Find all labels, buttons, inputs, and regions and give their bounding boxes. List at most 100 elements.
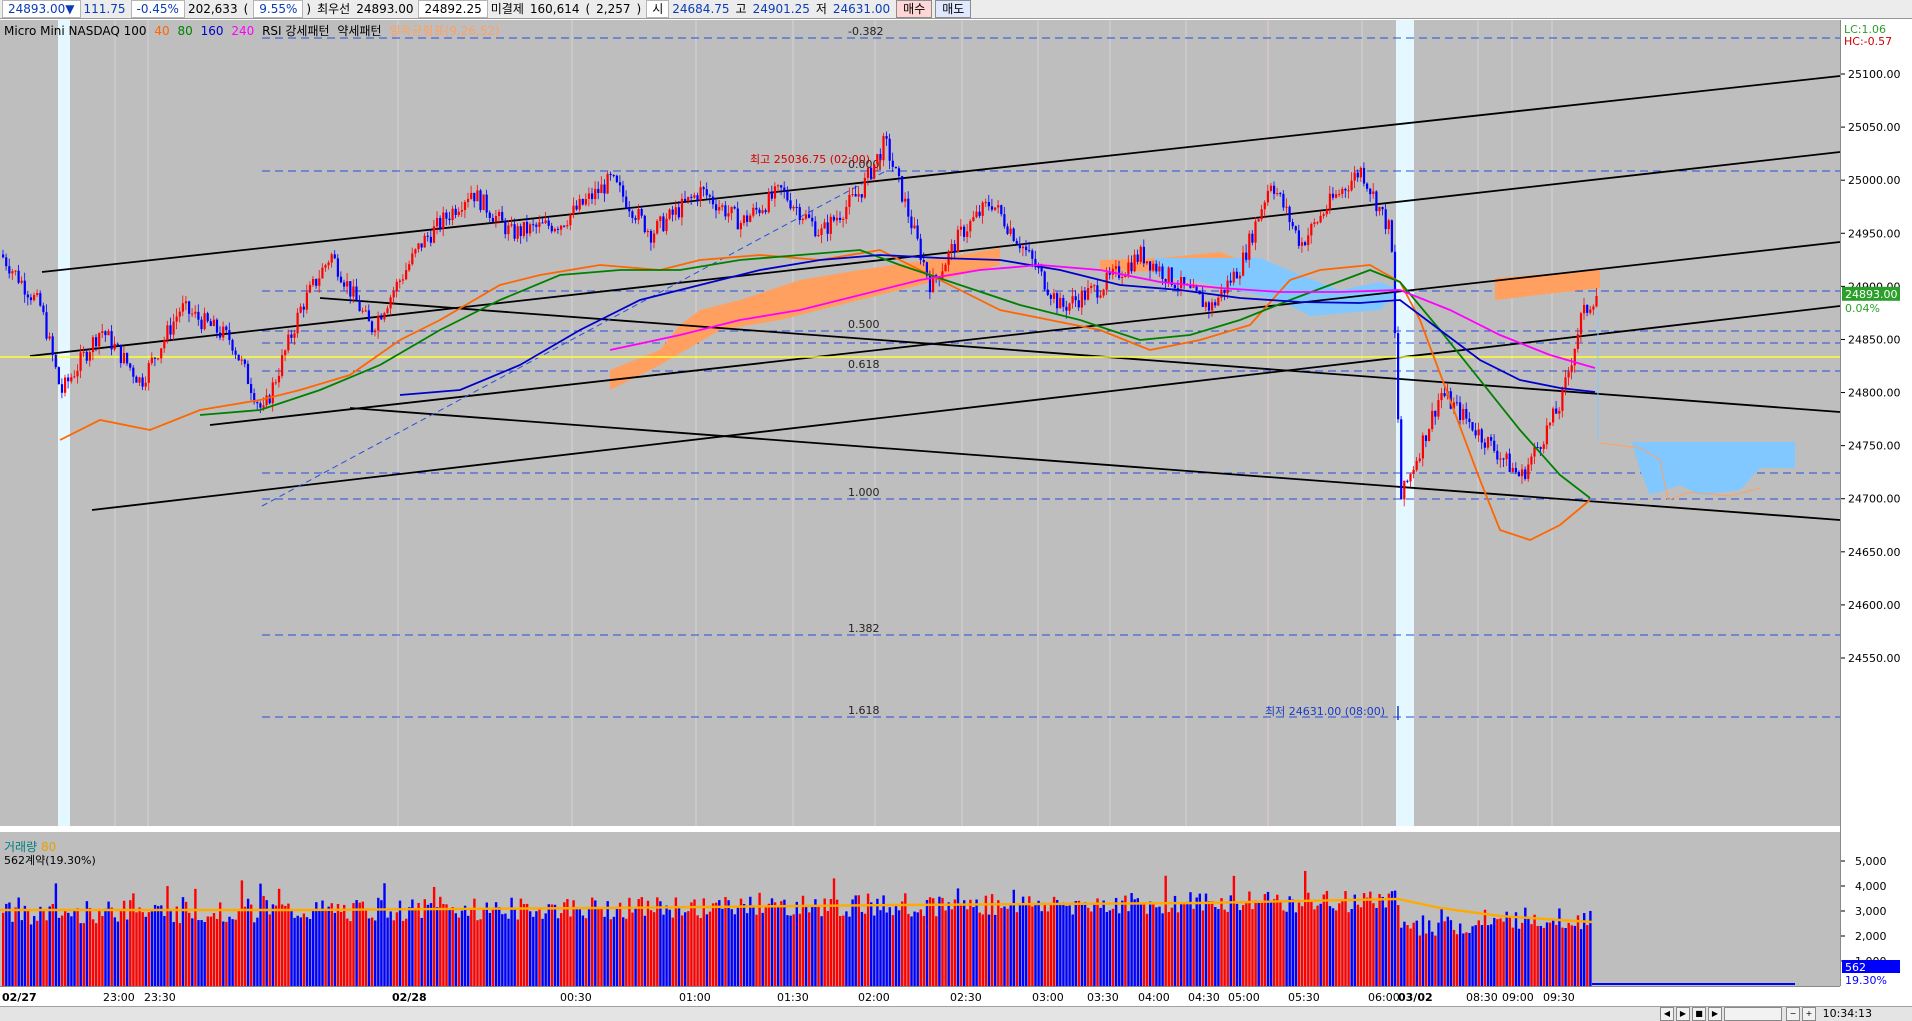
buy-button[interactable]: 매수 (896, 0, 933, 18)
volume-bar (975, 899, 978, 986)
volume-bar (172, 921, 175, 986)
candle-body (321, 267, 324, 279)
candle-body (1474, 430, 1477, 436)
candle-body (324, 265, 327, 268)
volume-bar (1539, 925, 1542, 986)
volume-bar (808, 912, 811, 986)
paren-open: ( (243, 2, 249, 16)
volume-panel[interactable] (0, 832, 1840, 986)
candle-body (702, 187, 705, 190)
volume-bar (1217, 909, 1220, 986)
fib-label: 1.382 (848, 622, 880, 635)
axis-tick-label: 24750.00 (1848, 440, 1901, 453)
candle-body (1347, 190, 1350, 192)
volume-bar (609, 919, 612, 986)
candle-body (51, 336, 54, 355)
time-axis[interactable]: 02/27 23:00 23:30 02/28 00:30 01:00 01:30 02:00… (0, 986, 1840, 1007)
volume-bar (26, 910, 30, 986)
zoom-out-icon[interactable]: − (1786, 1007, 1800, 1021)
zoom-slider[interactable] (1724, 1007, 1782, 1021)
volume-bar (928, 897, 932, 986)
volume-bar (1102, 900, 1105, 986)
volume-bar (107, 901, 110, 986)
volume-bar (1375, 907, 1378, 986)
candle-body (826, 222, 829, 234)
volume-bar (1031, 906, 1034, 986)
volume-bar (1338, 903, 1341, 986)
volume-bar (1180, 902, 1183, 986)
volume-bar (370, 917, 374, 986)
candle-body (631, 211, 634, 218)
candle-body (54, 354, 57, 368)
best-bid-label: 최우선 (317, 2, 351, 16)
scroll-right-icon[interactable]: ▶ (1708, 1007, 1722, 1021)
candle-body (1173, 284, 1176, 289)
volume-bar (463, 905, 467, 986)
time-tick-label: 03:00 (1032, 991, 1064, 1004)
volume-bar (680, 915, 684, 986)
volume-bar (76, 908, 79, 986)
scroll-left-icon[interactable]: ◀ (1660, 1007, 1674, 1021)
volume-bar (801, 895, 805, 986)
price-axis[interactable]: LC:1.06 HC:-0.57 25100.00 25050.00 25000.00 2… (1840, 20, 1912, 987)
time-tick-label: 05:30 (1288, 991, 1320, 1004)
candle-body (594, 188, 597, 200)
volume-bar (1505, 911, 1508, 986)
volume-bar (346, 918, 349, 986)
volume-bar (1384, 907, 1387, 986)
volume-bar (628, 897, 631, 986)
volume-bar (1564, 928, 1567, 986)
candle-body (671, 209, 674, 215)
volume-bar (504, 913, 507, 986)
volume-bar (820, 916, 823, 986)
volume-bar (1567, 922, 1570, 986)
volume-bar (1493, 917, 1496, 986)
stop-icon[interactable]: ■ (1692, 1007, 1706, 1021)
candle-body (116, 343, 119, 345)
volume-percent-tag: 19.30% (1845, 974, 1887, 986)
candle-body (485, 194, 488, 213)
candle-body (153, 357, 157, 359)
candle-body (715, 204, 718, 211)
candle-body (76, 370, 79, 377)
volume-bar (665, 905, 668, 986)
volume-bar (1313, 909, 1316, 986)
candle-body (352, 286, 355, 297)
candle-body (166, 325, 169, 340)
volume-bar (1189, 892, 1192, 986)
volume-bar (287, 903, 290, 986)
volume-bar (166, 886, 169, 986)
volume-bar (293, 917, 296, 986)
candle-body (1114, 266, 1118, 269)
volume-bar (1502, 921, 1505, 986)
volume-bar (1480, 925, 1484, 986)
volume-bar (253, 922, 256, 986)
candle-body (1471, 422, 1474, 431)
sell-button[interactable]: 매도 (935, 0, 972, 18)
volume-bar (1111, 908, 1115, 986)
zoom-in-icon[interactable]: + (1802, 1007, 1816, 1021)
candle-body (811, 217, 814, 222)
volume-bar (907, 913, 910, 986)
candle-body (1558, 410, 1561, 414)
volume-bar (1446, 916, 1449, 986)
volume-bar (587, 907, 591, 986)
volume-bar (1297, 902, 1301, 986)
candle-body (705, 189, 708, 196)
play-icon[interactable]: ▶ (1676, 1007, 1690, 1021)
candle-body (1517, 472, 1521, 477)
candle-body (138, 377, 141, 383)
volume-bar (454, 913, 457, 986)
axis-tick-label: 25100.00 (1848, 68, 1901, 81)
candle-body (1514, 467, 1517, 473)
volume-bar (1257, 901, 1260, 986)
volume-bar (1124, 895, 1127, 986)
candle-body (758, 209, 761, 214)
candle-body (808, 214, 811, 218)
candle-body (1542, 444, 1545, 449)
price-chart[interactable]: -0.3820.0000.3820.5000.6181.0001.3821.61… (0, 20, 1841, 826)
volume-bar (153, 904, 157, 986)
volume-bar (312, 909, 315, 986)
volume-bar (1514, 912, 1518, 986)
volume-bar (191, 918, 194, 986)
